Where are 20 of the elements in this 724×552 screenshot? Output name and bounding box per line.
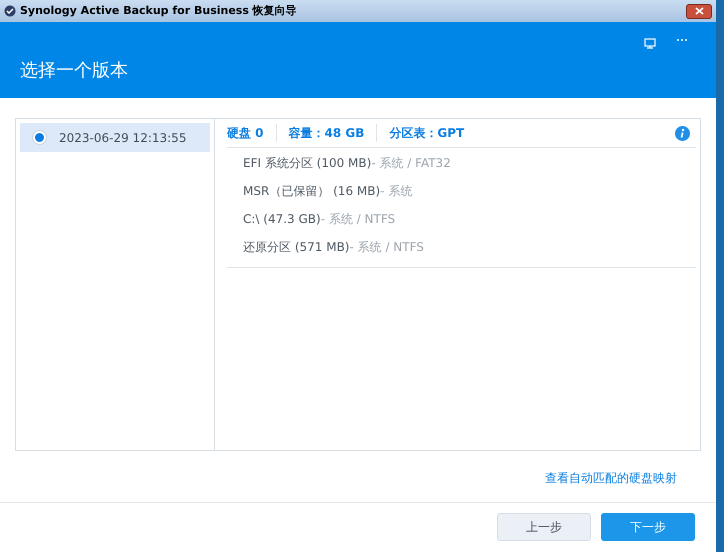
disk-info: 分区表：GPT <box>376 124 464 142</box>
partition-entry: C:\ (47.3 GB)- 系统 / NTFS <box>242 211 396 228</box>
more-icon[interactable] <box>676 38 688 42</box>
disk-mapping-link[interactable]: 查看自动匹配的硬盘映射 <box>545 469 677 487</box>
disk-info: 容量：48 GB <box>276 124 364 142</box>
page-title: 选择一个版本 <box>20 59 129 83</box>
partition-entry: MSR（已保留） (16 MB)- 系统 <box>242 183 414 200</box>
info-icon[interactable] <box>675 126 690 140</box>
app-icon <box>4 5 16 17</box>
version-item[interactable]: 2023-06-29 12:13:55 <box>20 123 210 152</box>
back-button[interactable]: 上一步 <box>497 513 591 541</box>
version-date: 2023-06-29 12:13:55 <box>59 130 186 146</box>
window-title: Synology Active Backup for Business 恢复向导 <box>20 2 298 19</box>
disk-info: 硬盘 0 <box>227 125 264 142</box>
close-button[interactable] <box>686 4 712 18</box>
close-icon <box>694 7 704 15</box>
partition-entry: EFI 系统分区 (100 MB)- 系统 / FAT32 <box>242 155 452 172</box>
radio-button[interactable] <box>32 130 47 145</box>
monitor-icon[interactable] <box>644 38 656 49</box>
partition-entry: 还原分区 (571 MB)- 系统 / NTFS <box>242 239 425 256</box>
